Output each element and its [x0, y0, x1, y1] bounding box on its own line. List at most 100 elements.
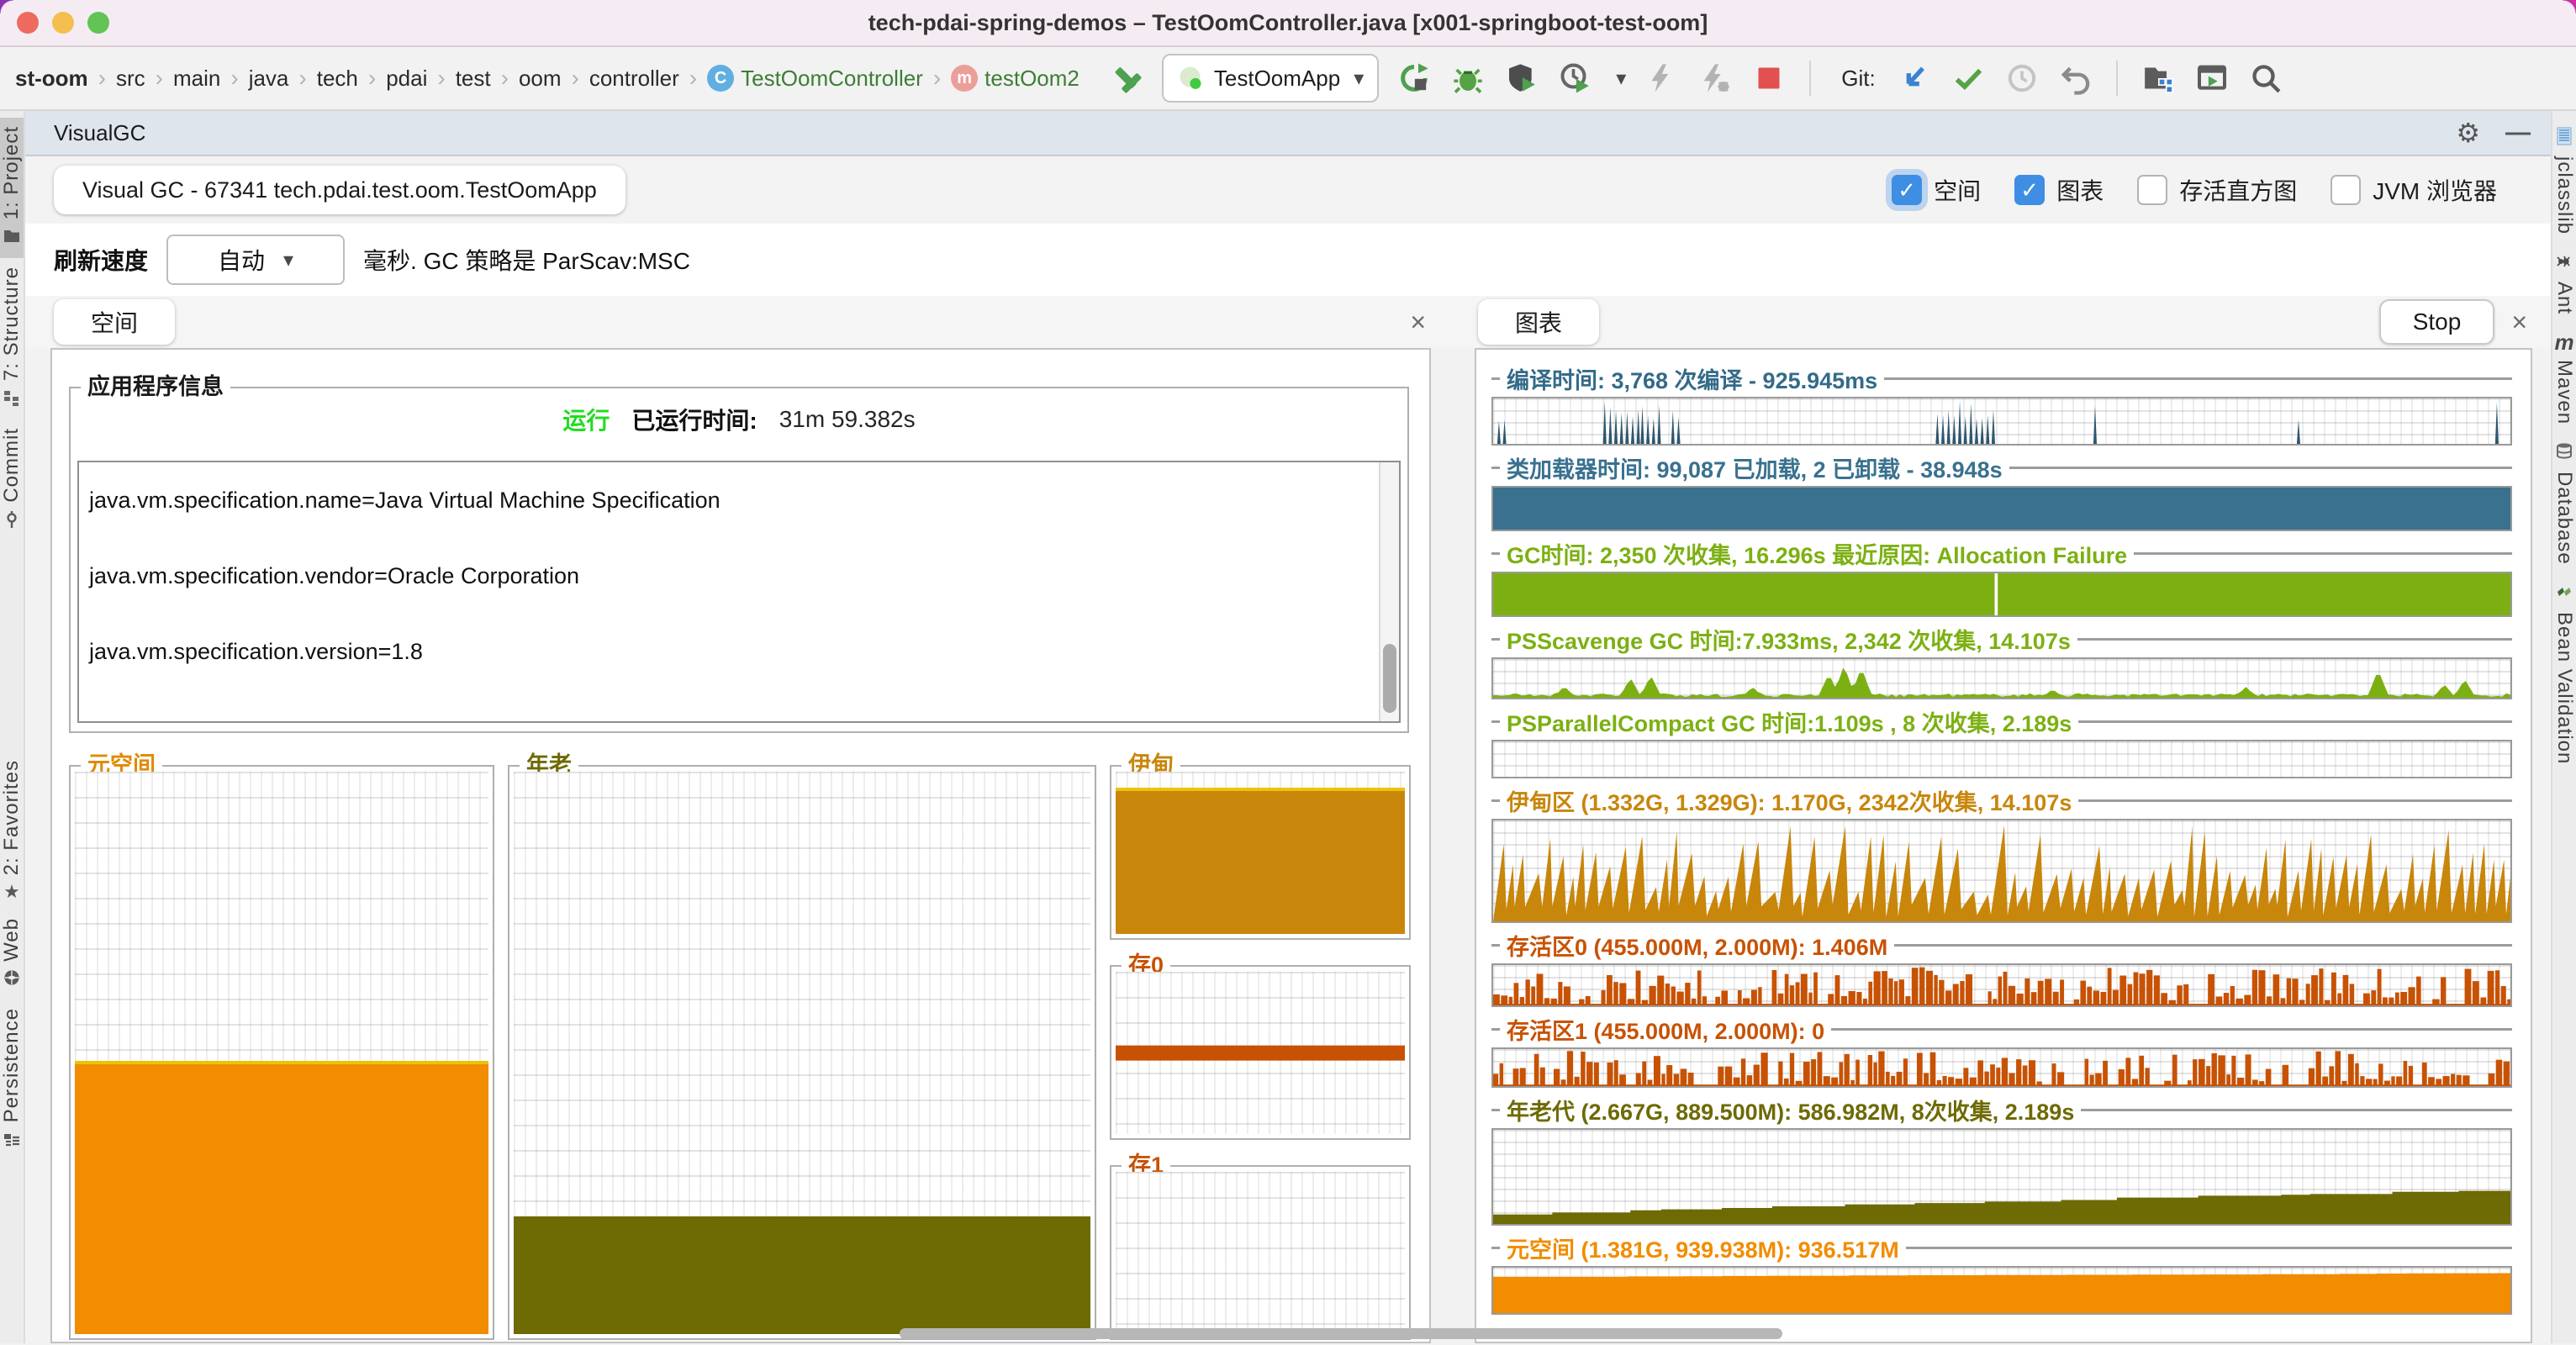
ant-icon: [2554, 251, 2574, 275]
stripe-item-ant[interactable]: Ant: [2552, 243, 2576, 323]
navigation-toolbar: st-oom›src›main›java›tech›pdai›test›oom›…: [0, 47, 2576, 111]
breadcrumb-separator-icon: ›: [98, 65, 106, 92]
checkbox-空间[interactable]: ✓空间: [1892, 173, 1981, 207]
toolbar-separator: [1809, 61, 1811, 96]
run-with-coverage-button[interactable]: [1503, 60, 1540, 97]
favorites-icon: ★: [3, 883, 20, 901]
view-checkbox-group: ✓空间 ✓图表存活直方图 JVM 浏览器: [1892, 173, 2497, 207]
breadcrumb-method-item[interactable]: mtestOom2: [951, 65, 1079, 92]
checkbox-图表[interactable]: ✓图表: [2014, 173, 2104, 207]
debug-button[interactable]: [1449, 60, 1486, 97]
jvm-property-line: java.vm.specification.version=1.8: [79, 614, 1399, 689]
close-icon[interactable]: ×: [1405, 307, 1431, 338]
tab-spaces[interactable]: 空间: [54, 299, 175, 345]
git-update-button[interactable]: [1896, 60, 1933, 97]
vertical-scrollbar[interactable]: [1379, 462, 1399, 721]
groupbox-line: [1491, 1028, 1500, 1031]
stripe-item-commit[interactable]: Commit: [0, 419, 24, 541]
gc-chart-rows: 编译时间: 3,768 次编译 - 925.945ms 类加载器时间: 99,08…: [1491, 363, 2512, 1315]
close-icon[interactable]: ×: [2506, 307, 2532, 338]
stop-monitor-button[interactable]: Stop: [2379, 299, 2495, 345]
rerun-button[interactable]: [1396, 60, 1433, 97]
project-structure-button[interactable]: [2140, 60, 2177, 97]
gc-chart-label: 伊甸区 (1.332G, 1.329G): 1.170G, 2342次收集, 1…: [1500, 784, 2078, 817]
profiler-caret-icon[interactable]: ▾: [1616, 66, 1626, 91]
space-chart-fill: [75, 1064, 488, 1334]
run-anything-button[interactable]: [2193, 60, 2230, 97]
groupbox-line: [2077, 638, 2512, 641]
breadcrumb-item[interactable]: main: [173, 66, 220, 92]
build-hammer-icon[interactable]: [1108, 60, 1145, 97]
tab-graphs[interactable]: 图表: [1478, 299, 1599, 345]
checkbox-box[interactable]: [2331, 175, 2361, 205]
groupbox-line: [1491, 638, 1500, 641]
stripe-item-jclasslib[interactable]: jclasslib: [2552, 118, 2576, 243]
breadcrumb-class-item[interactable]: CTestOomController: [707, 65, 923, 92]
graphs-panel-body: 编译时间: 3,768 次编译 - 925.945ms 类加载器时间: 99,08…: [1475, 348, 2532, 1343]
toolbar-separator: [2116, 61, 2118, 96]
gc-policy-label: 毫秒. GC 策略是 ParScav:MSC: [363, 243, 690, 277]
gc-chart-plot: [1491, 740, 2512, 778]
minimize-window-button[interactable]: [52, 12, 74, 34]
stripe-item-1-project[interactable]: 1: Project: [0, 118, 24, 258]
checkbox-JVM 浏览器[interactable]: JVM 浏览器: [2331, 173, 2497, 207]
groupbox-line: [2081, 1109, 2512, 1111]
jclasslib-icon: [2554, 126, 2574, 150]
gc-chart-label: 编译时间: 3,768 次编译 - 925.945ms: [1500, 362, 1884, 395]
stripe-item-maven[interactable]: mMaven: [2552, 323, 2576, 433]
minimize-toolwindow-icon[interactable]: —: [2505, 119, 2531, 147]
gear-icon[interactable]: ⚙: [2456, 117, 2480, 149]
gc-chart-label: PSScavenge GC 时间:7.933ms, 2,342 次收集, 14.…: [1500, 623, 2077, 656]
chevron-down-icon: ▾: [1354, 66, 1364, 91]
breadcrumb-item[interactable]: java: [249, 66, 289, 92]
profiler-button[interactable]: [1557, 60, 1594, 97]
git-commit-button[interactable]: [1950, 60, 1987, 97]
gc-chart-row: PSScavenge GC 时间:7.933ms, 2,342 次收集, 14.…: [1491, 624, 2512, 699]
breadcrumb-item[interactable]: pdai: [386, 66, 427, 92]
stripe-item-database[interactable]: Database: [2552, 433, 2576, 573]
close-window-button[interactable]: [17, 12, 39, 34]
zoom-window-button[interactable]: [87, 12, 109, 34]
stripe-item-web[interactable]: Web: [0, 910, 24, 1000]
breadcrumb-item[interactable]: oom: [519, 66, 562, 92]
gc-chart-svg: [1493, 965, 2510, 1005]
stripe-item-label: Commit: [0, 428, 24, 503]
rerun-failed-disabled-icon: [1643, 60, 1680, 97]
space-chart-hbar: [1116, 1045, 1405, 1060]
breadcrumb-item[interactable]: src: [116, 66, 145, 92]
horizontal-scrollbar[interactable]: [900, 1328, 1782, 1339]
search-everywhere-icon[interactable]: [2247, 60, 2284, 97]
breadcrumb-item[interactable]: controller: [589, 66, 679, 92]
stripe-item-bean-validation[interactable]: Bean Validation: [2552, 573, 2576, 773]
project-icon: [2, 226, 22, 250]
run-configuration-select[interactable]: TestOomApp ▾: [1162, 54, 1379, 103]
refresh-rate-select[interactable]: 自动 ▾: [166, 235, 345, 285]
breadcrumb-item[interactable]: st-oom: [15, 66, 88, 92]
stop-button[interactable]: [1750, 60, 1787, 97]
visualgc-session-tab[interactable]: Visual GC - 67341 tech.pdai.test.oom.Tes…: [54, 166, 626, 214]
stripe-item-7-structure[interactable]: 7: Structure: [0, 258, 24, 419]
checkbox-存活直方图[interactable]: 存活直方图: [2137, 173, 2297, 207]
jvm-properties-textarea[interactable]: java.vm.specification.name=Java Virtual …: [77, 461, 1401, 723]
checkbox-box[interactable]: ✓: [2014, 175, 2045, 205]
breadcrumb-item[interactable]: test: [456, 66, 491, 92]
rollback-button[interactable]: [2057, 60, 2094, 97]
gc-chart-header: GC时间: 2,350 次收集, 16.296s 最近原因: Allocatio…: [1491, 538, 2512, 568]
breadcrumb-item[interactable]: tech: [317, 66, 358, 92]
macos-traffic-lights: [17, 12, 109, 34]
method-icon: m: [951, 65, 978, 92]
titlebar: tech-pdai-spring-demos – TestOomControll…: [0, 0, 2576, 47]
gc-chart-header: PSParallelCompact GC 时间:1.109s , 8 次收集, …: [1491, 706, 2512, 736]
gc-chart-header: 类加载器时间: 99,087 已加载, 2 已卸载 - 38.948s: [1491, 452, 2512, 483]
gc-chart-svg: [1493, 1130, 2510, 1224]
gc-chart-row: GC时间: 2,350 次收集, 16.296s 最近原因: Allocatio…: [1491, 538, 2512, 617]
scrollbar-thumb[interactable]: [1383, 644, 1396, 713]
groupbox-line: [1491, 1247, 1500, 1249]
checkbox-box[interactable]: ✓: [1892, 175, 1922, 205]
gc-chart-plot: [1491, 486, 2512, 531]
stripe-item-persistence[interactable]: Persistence: [0, 1000, 24, 1161]
spaces-panel-tabs: 空间 ×: [25, 296, 1449, 348]
checkbox-box[interactable]: [2137, 175, 2167, 205]
stripe-item-2-favorites[interactable]: 2: Favorites★: [0, 752, 24, 909]
gc-chart-svg: [1493, 573, 2510, 615]
